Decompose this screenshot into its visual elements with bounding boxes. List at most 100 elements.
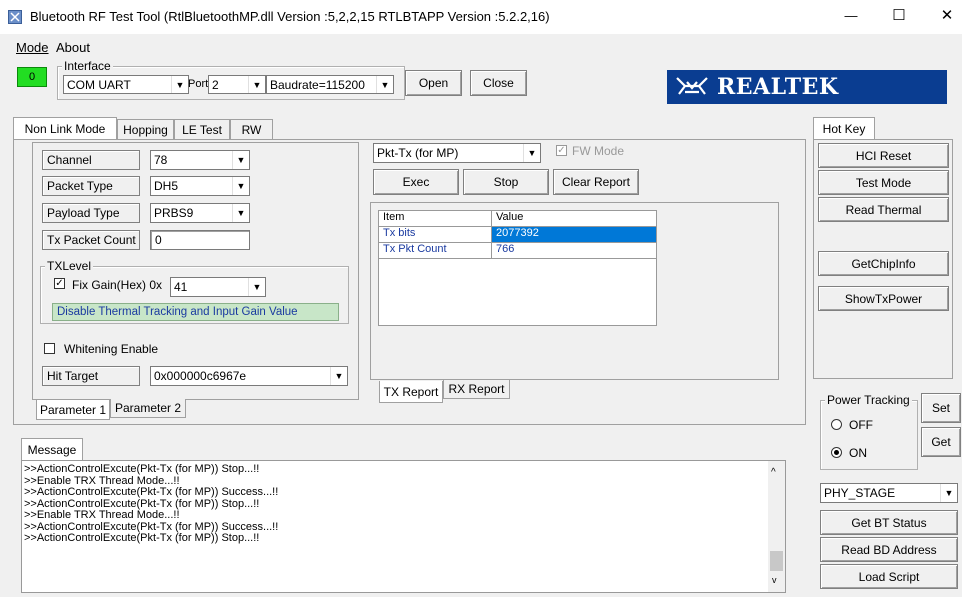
power-tracking-group: Power Tracking bbox=[820, 393, 918, 470]
hci-reset-button[interactable]: HCI Reset bbox=[818, 143, 949, 168]
menu-mode[interactable]: Mode bbox=[16, 40, 49, 55]
payload-type-value: PRBS9 bbox=[154, 206, 194, 220]
hit-target-select[interactable]: 0x000000c6967e ▼ bbox=[150, 366, 348, 386]
close-port-button[interactable]: Close bbox=[470, 70, 527, 96]
stage-select[interactable]: PHY_STAGE ▼ bbox=[820, 483, 958, 503]
table-row-value-selected[interactable]: 2077392 bbox=[492, 227, 656, 243]
power-off-label: OFF bbox=[849, 418, 873, 432]
power-set-button[interactable]: Set bbox=[921, 393, 961, 423]
channel-select[interactable]: 78 ▼ bbox=[150, 150, 250, 170]
minimize-button[interactable]: — bbox=[836, 8, 866, 23]
table-row-item[interactable]: Tx bits bbox=[379, 227, 492, 243]
txlevel-title: TXLevel bbox=[45, 259, 94, 273]
close-window-button[interactable]: ✕ bbox=[932, 6, 962, 24]
interface-group-title: Interface bbox=[62, 59, 113, 73]
tab-rw[interactable]: RW bbox=[230, 119, 273, 139]
stage-value: PHY_STAGE bbox=[824, 486, 896, 500]
scroll-thumb[interactable] bbox=[770, 551, 783, 571]
fix-gain-select[interactable]: 41 ▼ bbox=[170, 277, 266, 297]
message-lines: >>ActionControlExcute(Pkt-Tx (for MP)) S… bbox=[22, 461, 785, 545]
power-off-radio[interactable] bbox=[831, 419, 842, 430]
tab-hot-key[interactable]: Hot Key bbox=[813, 117, 875, 139]
packet-type-label: Packet Type bbox=[42, 176, 140, 196]
power-on-radio[interactable] bbox=[831, 447, 842, 458]
chevron-down-icon: ▼ bbox=[248, 76, 265, 93]
tab-label: Parameter 1 bbox=[39, 402, 107, 417]
read-thermal-button[interactable]: Read Thermal bbox=[818, 197, 949, 222]
exec-button[interactable]: Exec bbox=[373, 169, 459, 195]
interface-type-select[interactable]: COM UART ▼ bbox=[63, 75, 189, 94]
get-chip-info-button[interactable]: GetChipInfo bbox=[818, 251, 949, 276]
log-line: >>Enable TRX Thread Mode...!! bbox=[24, 509, 180, 521]
power-on-label: ON bbox=[849, 446, 867, 460]
read-bd-address-button[interactable]: Read BD Address bbox=[820, 537, 958, 562]
show-tx-power-button[interactable]: ShowTxPower bbox=[818, 286, 949, 311]
message-log[interactable]: >>ActionControlExcute(Pkt-Tx (for MP)) S… bbox=[21, 460, 786, 593]
port-value: 2 bbox=[212, 77, 219, 92]
port-select[interactable]: 2 ▼ bbox=[208, 75, 266, 94]
tab-label: RX Report bbox=[448, 382, 505, 396]
tab-label: Message bbox=[27, 442, 77, 457]
tab-label: TX Report bbox=[383, 384, 439, 399]
connection-status: 0 bbox=[17, 67, 47, 87]
interface-type-value: COM UART bbox=[67, 77, 131, 92]
menu-about[interactable]: About bbox=[56, 40, 90, 55]
power-get-button[interactable]: Get bbox=[921, 427, 961, 457]
table-row-item[interactable]: Tx Pkt Count bbox=[379, 243, 492, 259]
scroll-up-icon[interactable]: ^ bbox=[771, 467, 776, 478]
log-scrollbar[interactable]: ^ v bbox=[768, 461, 785, 592]
test-mode-value: Pkt-Tx (for MP) bbox=[377, 146, 459, 160]
title-bar: Bluetooth RF Test Tool (RtlBluetoothMP.d… bbox=[0, 0, 962, 34]
whitening-checkbox[interactable] bbox=[44, 343, 55, 354]
fw-mode-label: FW Mode bbox=[572, 144, 625, 158]
payload-type-select[interactable]: PRBS9 ▼ bbox=[150, 203, 250, 223]
fix-gain-value: 41 bbox=[174, 280, 188, 294]
packet-type-value: DH5 bbox=[154, 179, 179, 193]
fw-mode-checkbox[interactable]: ✓ bbox=[556, 145, 567, 156]
tab-hopping[interactable]: Hopping bbox=[117, 119, 174, 139]
clear-report-button[interactable]: Clear Report bbox=[553, 169, 639, 195]
chevron-down-icon: ▼ bbox=[248, 278, 265, 296]
tab-label: Non Link Mode bbox=[24, 121, 106, 136]
channel-value: 78 bbox=[154, 153, 168, 167]
app-icon bbox=[8, 10, 22, 24]
scroll-down-icon[interactable]: v bbox=[772, 575, 777, 585]
baudrate-value: Baudrate=115200 bbox=[270, 77, 365, 92]
tab-label: LE Test bbox=[182, 122, 222, 137]
tab-label: Hopping bbox=[123, 122, 168, 137]
tab-non-link-mode[interactable]: Non Link Mode bbox=[13, 117, 117, 139]
maximize-button[interactable]: ☐ bbox=[884, 6, 914, 24]
tab-rx-report[interactable]: RX Report bbox=[443, 380, 510, 399]
stop-button[interactable]: Stop bbox=[463, 169, 549, 195]
menu-bar: Mode About bbox=[0, 38, 962, 58]
load-script-button[interactable]: Load Script bbox=[820, 564, 958, 589]
tab-parameter-2[interactable]: Parameter 2 bbox=[110, 399, 186, 418]
test-mode-button[interactable]: Test Mode bbox=[818, 170, 949, 195]
fix-gain-checkbox[interactable]: ✓ bbox=[54, 278, 65, 289]
channel-label: Channel bbox=[42, 150, 140, 170]
window-title: Bluetooth RF Test Tool (RtlBluetoothMP.d… bbox=[30, 9, 550, 24]
tab-label: RW bbox=[241, 122, 262, 137]
baudrate-select[interactable]: Baudrate=115200 ▼ bbox=[266, 75, 394, 94]
log-line: >>ActionControlExcute(Pkt-Tx (for MP)) S… bbox=[24, 532, 260, 544]
open-button[interactable]: Open bbox=[405, 70, 462, 96]
get-bt-status-button[interactable]: Get BT Status bbox=[820, 510, 958, 535]
thermal-note: Disable Thermal Tracking and Input Gain … bbox=[52, 303, 339, 321]
report-table: Item Value Tx bits 2077392 Tx Pkt Count … bbox=[378, 210, 657, 326]
radio-selected-dot bbox=[834, 450, 839, 455]
tx-packet-count-label: Tx Packet Count bbox=[42, 230, 140, 250]
realtek-logo: REALTEK bbox=[667, 70, 947, 104]
chevron-down-icon: ▼ bbox=[523, 144, 540, 162]
table-header-value: Value bbox=[492, 211, 656, 227]
tab-tx-report[interactable]: TX Report bbox=[379, 381, 443, 403]
fix-gain-label: Fix Gain(Hex) 0x bbox=[72, 278, 163, 292]
tab-le-test[interactable]: LE Test bbox=[174, 119, 230, 139]
test-mode-select[interactable]: Pkt-Tx (for MP) ▼ bbox=[373, 143, 541, 163]
tx-packet-count-input[interactable]: 0 bbox=[150, 230, 250, 250]
tab-message[interactable]: Message bbox=[21, 438, 83, 460]
table-row-value[interactable]: 766 bbox=[492, 243, 656, 259]
packet-type-select[interactable]: DH5 ▼ bbox=[150, 176, 250, 196]
port-label: Port bbox=[188, 78, 209, 90]
tab-parameter-1[interactable]: Parameter 1 bbox=[36, 400, 110, 420]
log-line: >>ActionControlExcute(Pkt-Tx (for MP)) S… bbox=[24, 463, 260, 475]
